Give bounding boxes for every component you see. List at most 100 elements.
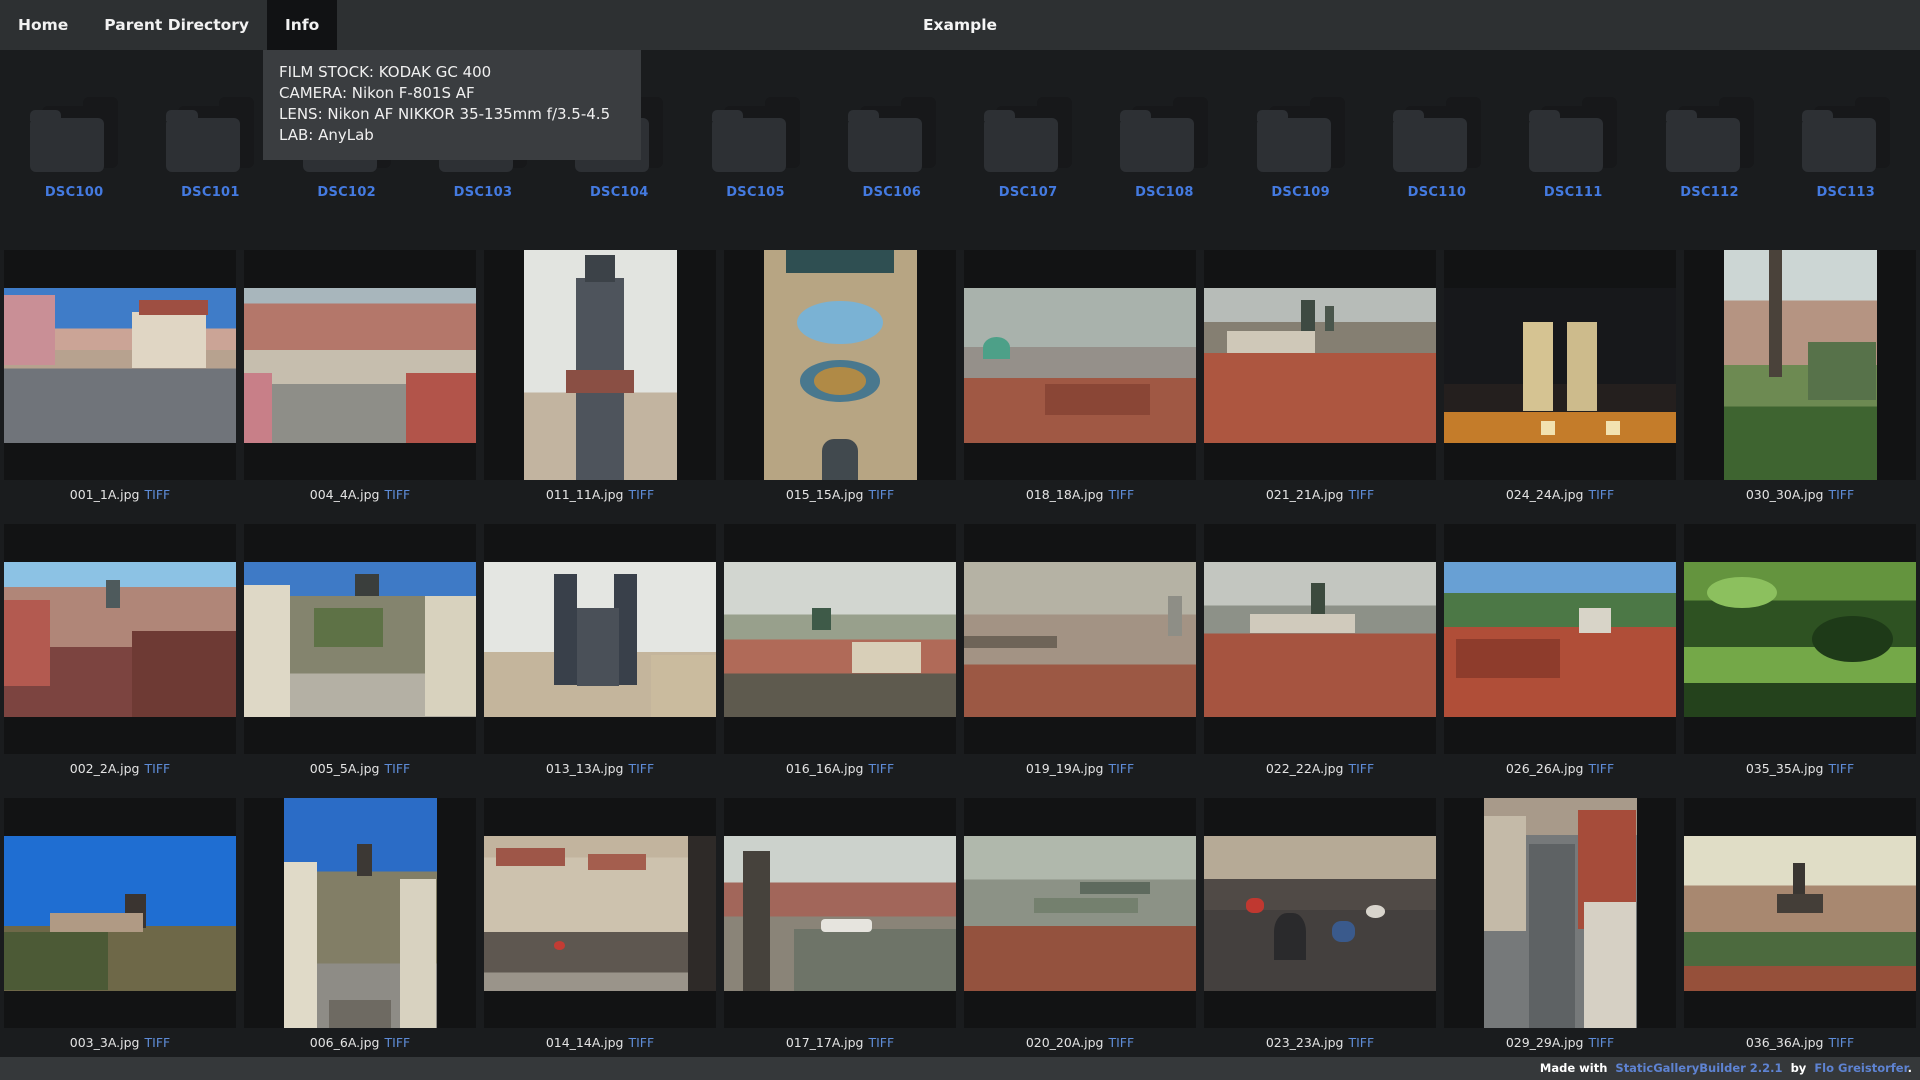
folder-label: DSC113 xyxy=(1816,185,1875,200)
photo-filename: 005_5A.jpg xyxy=(310,761,380,776)
tiff-link[interactable]: TIFF xyxy=(868,487,894,502)
folder-item-DSC112[interactable]: DSC112 xyxy=(1641,62,1777,200)
folder-label: DSC104 xyxy=(590,185,649,200)
photo-caption: 016_16A.jpgTIFF xyxy=(724,761,956,776)
thumbnail-019_19A.jpg[interactable] xyxy=(964,562,1196,717)
folder-item-DSC108[interactable]: DSC108 xyxy=(1096,62,1232,200)
folder-icon xyxy=(166,96,254,172)
photo-filename: 014_14A.jpg xyxy=(546,1035,624,1050)
tiff-link[interactable]: TIFF xyxy=(1588,487,1614,502)
thumbnail-021_21A.jpg[interactable] xyxy=(1204,288,1436,443)
nav-item-parent-directory[interactable]: Parent Directory xyxy=(86,0,267,50)
thumbnail-005_5A.jpg[interactable] xyxy=(244,562,476,717)
tiff-link[interactable]: TIFF xyxy=(1348,487,1374,502)
folder-label: DSC106 xyxy=(863,185,922,200)
thumbnail-panel xyxy=(4,798,236,1028)
folder-item-DSC107[interactable]: DSC107 xyxy=(960,62,1096,200)
thumbnail-017_17A.jpg[interactable] xyxy=(724,836,956,991)
folder-item-DSC106[interactable]: DSC106 xyxy=(824,62,960,200)
folder-item-DSC109[interactable]: DSC109 xyxy=(1233,62,1369,200)
photo-shape xyxy=(1274,913,1306,960)
thumbnail-006_6A.jpg[interactable] xyxy=(284,798,437,1028)
tiff-link[interactable]: TIFF xyxy=(1828,1035,1854,1050)
tiff-link[interactable]: TIFF xyxy=(1108,1035,1134,1050)
thumbnail-015_15A.jpg[interactable] xyxy=(764,250,917,480)
folder-item-DSC113[interactable]: DSC113 xyxy=(1778,62,1914,200)
photo-caption: 006_6A.jpgTIFF xyxy=(244,1035,476,1050)
tiff-link[interactable]: TIFF xyxy=(628,1035,654,1050)
folder-item-DSC105[interactable]: DSC105 xyxy=(687,62,823,200)
tiff-link[interactable]: TIFF xyxy=(145,1035,171,1050)
tiff-link[interactable]: TIFF xyxy=(1108,761,1134,776)
folder-item-DSC111[interactable]: DSC111 xyxy=(1505,62,1641,200)
thumbnail-001_1A.jpg[interactable] xyxy=(4,288,236,443)
photo-shape xyxy=(1812,616,1893,663)
thumbnail-023_23A.jpg[interactable] xyxy=(1204,836,1436,991)
thumbnail-panel xyxy=(4,524,236,754)
folder-item-DSC101[interactable]: DSC101 xyxy=(142,62,278,200)
photo-caption: 019_19A.jpgTIFF xyxy=(964,761,1196,776)
tiff-link[interactable]: TIFF xyxy=(1348,1035,1374,1050)
tiff-link[interactable]: TIFF xyxy=(385,761,411,776)
photo-shape xyxy=(1707,577,1777,608)
thumbnail-020_20A.jpg[interactable] xyxy=(964,836,1196,991)
photo-shape xyxy=(284,862,318,1028)
photo-filename: 013_13A.jpg xyxy=(546,761,624,776)
tiff-link[interactable]: TIFF xyxy=(1348,761,1374,776)
thumbnail-002_2A.jpg[interactable] xyxy=(4,562,236,717)
thumbnail-011_11A.jpg[interactable] xyxy=(524,250,677,480)
tiff-link[interactable]: TIFF xyxy=(145,487,171,502)
thumbnail-029_29A.jpg[interactable] xyxy=(1484,798,1637,1028)
gallery-cell: 015_15A.jpgTIFF xyxy=(724,250,956,502)
photo-shape xyxy=(314,608,384,647)
gallery-cell: 024_24A.jpgTIFF xyxy=(1444,250,1676,502)
photo-shape xyxy=(1606,421,1620,435)
thumbnail-003_3A.jpg[interactable] xyxy=(4,836,236,991)
tiff-link[interactable]: TIFF xyxy=(1588,1035,1614,1050)
photo-shape xyxy=(1311,583,1325,614)
thumbnail-016_16A.jpg[interactable] xyxy=(724,562,956,717)
tiff-link[interactable]: TIFF xyxy=(1108,487,1134,502)
gallery-cell: 013_13A.jpg TIFF xyxy=(484,524,716,776)
thumbnail-022_22A.jpg[interactable] xyxy=(1204,562,1436,717)
folder-item-DSC110[interactable]: DSC110 xyxy=(1369,62,1505,200)
folder-label: DSC111 xyxy=(1544,185,1603,200)
tiff-link[interactable]: TIFF xyxy=(868,761,894,776)
tiff-link[interactable]: TIFF xyxy=(868,1035,894,1050)
tiff-link[interactable]: TIFF xyxy=(1828,487,1854,502)
photo-caption: 002_2A.jpgTIFF xyxy=(4,761,236,776)
thumbnail-026_26A.jpg[interactable] xyxy=(1444,562,1676,717)
folder-icon xyxy=(848,96,936,172)
thumbnail-035_35A.jpg[interactable] xyxy=(1684,562,1916,717)
tiff-link[interactable]: TIFF xyxy=(628,761,654,776)
thumbnail-004_4A.jpg[interactable] xyxy=(244,288,476,443)
thumbnail-018_18A.jpg[interactable] xyxy=(964,288,1196,443)
tiff-link[interactable]: TIFF xyxy=(1588,761,1614,776)
thumbnail-panel xyxy=(484,250,716,480)
thumbnail-013_13A.jpg[interactable] xyxy=(484,562,716,717)
thumbnail-014_14A.jpg[interactable] xyxy=(484,836,716,991)
photo-shape xyxy=(1523,322,1553,412)
tiff-link[interactable]: TIFF xyxy=(1828,761,1854,776)
nav-item-info[interactable]: Info xyxy=(267,0,337,50)
photo-shape xyxy=(244,585,290,717)
photo-caption: 018_18A.jpgTIFF xyxy=(964,487,1196,502)
photo-shape xyxy=(1366,905,1385,917)
photo-filename: 029_29A.jpg xyxy=(1506,1035,1584,1050)
author-link[interactable]: Flo Greistorfer xyxy=(1814,1061,1907,1075)
photo-shape xyxy=(821,919,872,931)
tiff-link[interactable]: TIFF xyxy=(385,487,411,502)
nav-item-home[interactable]: Home xyxy=(0,0,86,50)
thumbnail-panel xyxy=(724,524,956,754)
tiff-link[interactable]: TIFF xyxy=(385,1035,411,1050)
tiff-link[interactable]: TIFF xyxy=(628,487,654,502)
tiff-link[interactable]: TIFF xyxy=(145,761,171,776)
photo-caption: 014_14A.jpg TIFF xyxy=(484,1035,716,1050)
thumbnail-024_24A.jpg[interactable] xyxy=(1444,288,1676,443)
folder-item-DSC100[interactable]: DSC100 xyxy=(6,62,142,200)
gallery-cell: 003_3A.jpgTIFF xyxy=(4,798,236,1050)
builder-link[interactable]: StaticGalleryBuilder 2.2.1 xyxy=(1615,1061,1782,1075)
thumbnail-036_36A.jpg[interactable] xyxy=(1684,836,1916,991)
photo-shape xyxy=(852,642,922,673)
thumbnail-030_30A.jpg[interactable] xyxy=(1724,250,1877,480)
